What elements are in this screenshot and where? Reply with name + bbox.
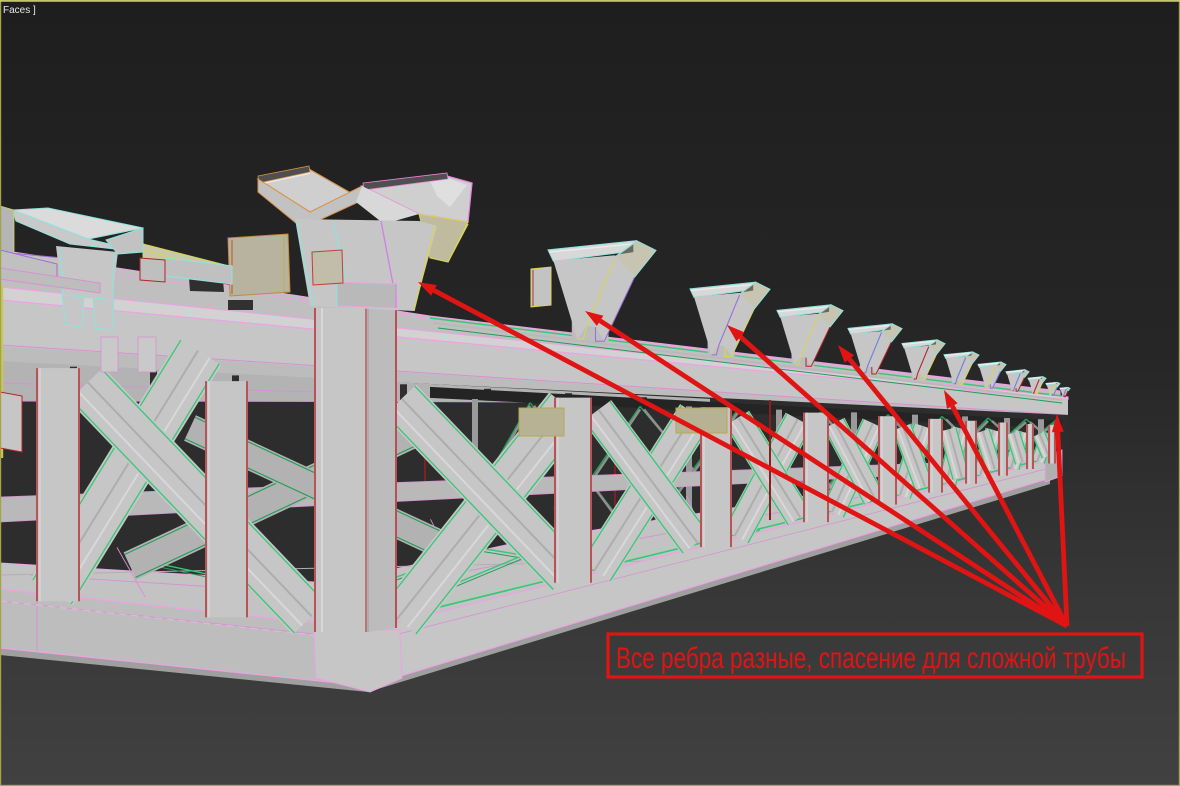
svg-text:Faces ]: Faces ] xyxy=(3,5,36,16)
svg-text:Все ребра разные, спасение для: Все ребра разные, спасение для сложной т… xyxy=(616,642,1126,675)
